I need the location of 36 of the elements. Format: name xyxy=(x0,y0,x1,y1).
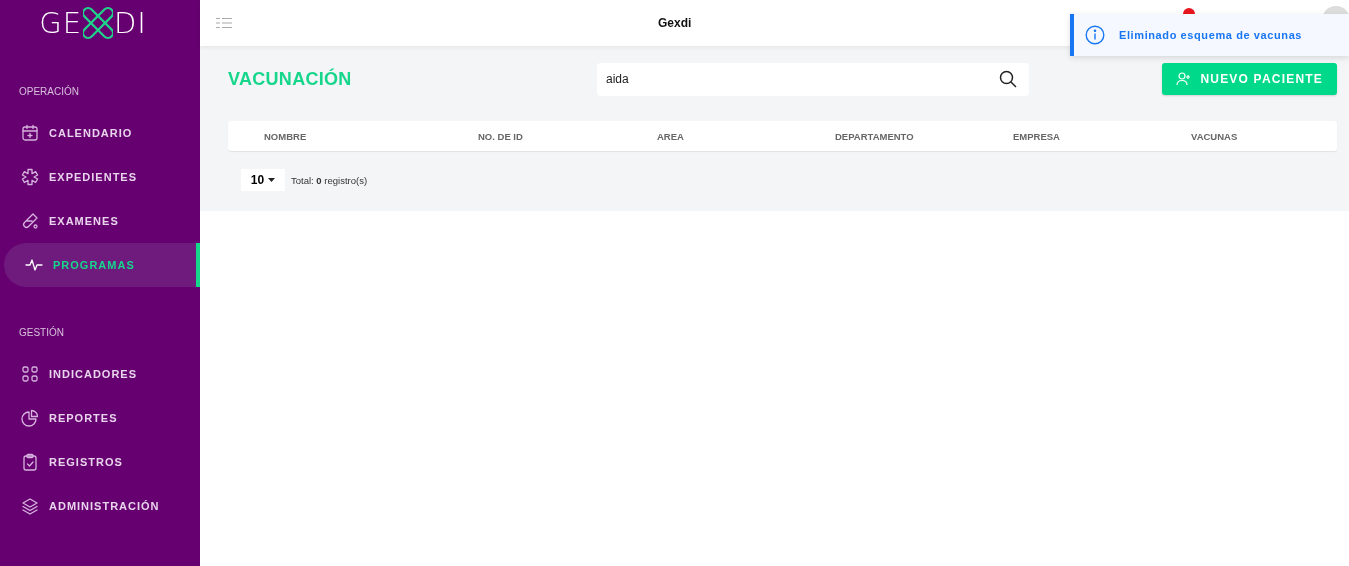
caret-icon xyxy=(268,178,276,182)
column-header[interactable]: DEPARTAMENTO xyxy=(835,130,1013,142)
calendar-icon xyxy=(21,124,39,142)
asterisk-icon xyxy=(21,168,39,186)
search-icon[interactable] xyxy=(999,69,1017,88)
toast-message: Eliminado esquema de vacunas xyxy=(1119,29,1303,41)
page-size-dropdown[interactable]: 10 xyxy=(241,169,285,191)
page-title: VACUNACIÓN xyxy=(228,68,353,90)
grid-icon xyxy=(21,365,39,383)
column-header[interactable]: VACUNAS xyxy=(1191,130,1337,142)
logo-text: DI xyxy=(113,6,147,40)
column-header[interactable]: NO. DE ID xyxy=(478,130,657,142)
search-field[interactable]: aida xyxy=(597,62,1029,96)
nav-item[interactable]: EXPEDIENTES xyxy=(0,155,200,199)
logo-text: GE xyxy=(39,6,82,40)
column-header[interactable]: NOMBRE xyxy=(264,130,478,142)
info-icon xyxy=(1085,25,1105,45)
nav-item[interactable]: ADMINISTRACIÓN xyxy=(0,484,200,528)
pie-chart-icon xyxy=(21,409,39,427)
total-count: Total: 0 registro(s) xyxy=(291,174,368,186)
nav-item[interactable]: PROGRAMAS xyxy=(4,243,200,287)
clipboard-icon xyxy=(21,453,39,471)
section-title: GESTIÓN xyxy=(18,325,65,340)
section-title: OPERACIÓN xyxy=(18,84,80,99)
nav-item[interactable]: INDICADORES xyxy=(0,352,200,396)
nav-item[interactable]: CALENDARIO xyxy=(0,111,200,155)
column-header[interactable]: EMPRESA xyxy=(1013,130,1191,142)
add-user-icon xyxy=(1176,72,1193,86)
nav-item[interactable]: EXAMENES xyxy=(0,199,200,243)
nav-item[interactable]: REPORTES xyxy=(0,396,200,440)
test-tube-icon xyxy=(21,212,39,230)
nav-item[interactable]: REGISTROS xyxy=(0,440,200,484)
crossed-bandage-icon xyxy=(82,7,113,39)
layers-icon xyxy=(21,497,39,515)
column-header[interactable]: AREA xyxy=(657,130,835,142)
app-title: Gexdi xyxy=(658,16,692,30)
